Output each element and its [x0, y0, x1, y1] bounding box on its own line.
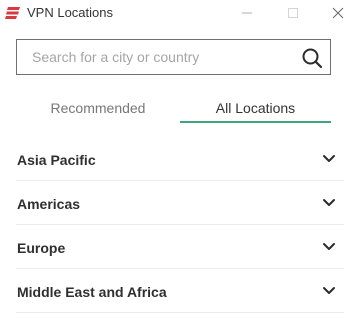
chevron-down-icon: [323, 287, 335, 294]
region-label: Europe: [17, 240, 66, 256]
chevron-down-icon: [323, 199, 335, 206]
expressvpn-logo-icon: [5, 7, 20, 19]
region-row-asia-pacific[interactable]: Asia Pacific: [16, 137, 344, 181]
close-icon: [332, 7, 344, 19]
minimize-button[interactable]: [236, 3, 258, 23]
minimize-icon: [242, 12, 252, 14]
search-icon[interactable]: [301, 47, 323, 69]
region-label: Asia Pacific: [17, 152, 96, 168]
search-box: [16, 39, 331, 75]
chevron-down-icon: [323, 155, 335, 162]
title-bar: VPN Locations: [0, 0, 351, 26]
region-row-americas[interactable]: Americas: [16, 181, 344, 225]
active-tab-indicator: [180, 121, 331, 123]
region-list: Asia Pacific Americas Europe Middle East…: [16, 137, 344, 313]
maximize-icon: [288, 8, 298, 18]
chevron-down-icon: [323, 243, 335, 250]
maximize-button[interactable]: [282, 3, 304, 23]
close-button[interactable]: [327, 3, 349, 23]
search-input[interactable]: [17, 40, 287, 74]
region-label: Americas: [17, 196, 81, 212]
region-label: Middle East and Africa: [17, 284, 167, 300]
region-row-europe[interactable]: Europe: [16, 225, 344, 269]
tab-recommended[interactable]: Recommended: [16, 99, 180, 125]
window-title: VPN Locations: [27, 5, 113, 20]
region-row-middle-east-africa[interactable]: Middle East and Africa: [16, 269, 344, 313]
